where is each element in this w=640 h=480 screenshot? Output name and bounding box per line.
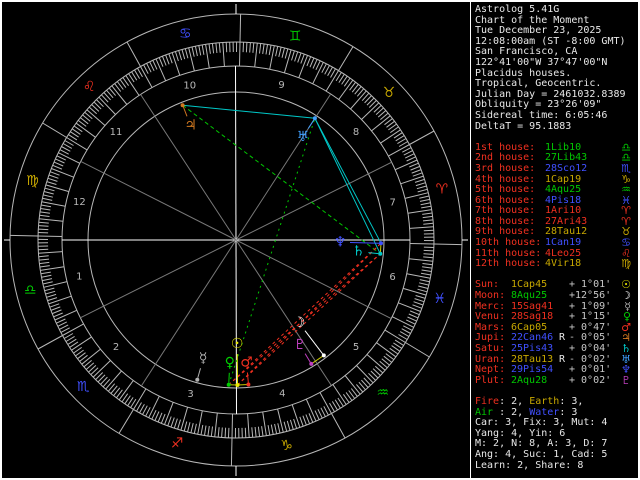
svg-text:♊: ♊ — [289, 28, 302, 44]
house-row: 12th house: 4Vir18 ♍ — [475, 257, 635, 271]
house-cusp-value: 4Vir18 — [545, 258, 582, 270]
info-line: DeltaT = 95.1883 — [475, 120, 635, 133]
svg-text:♋: ♋ — [179, 26, 192, 42]
svg-text:♂: ♂ — [240, 355, 253, 371]
planet-position-value: 25Pis43 — [511, 343, 554, 354]
planet-icon: ♇ — [621, 373, 631, 387]
svg-text:8: 8 — [353, 127, 359, 138]
planet-velocity: + 0°02' — [569, 374, 612, 386]
svg-text:4: 4 — [279, 389, 285, 400]
info-text: 122°41'00"W 37°47'00"N — [475, 56, 608, 68]
info-panel: Astrolog 5.41G Chart of the Moment Tue Dec… — [475, 4, 635, 472]
svg-text:♌: ♌ — [83, 79, 96, 95]
svg-text:5: 5 — [353, 342, 359, 353]
svg-text:3: 3 — [187, 389, 193, 400]
svg-text:6: 6 — [389, 272, 395, 283]
stat-text: Learn: 2, Share: 8 — [475, 459, 584, 471]
stat-line: Learn: 2, Share: 8 — [475, 459, 635, 472]
svg-text:♉: ♉ — [383, 85, 396, 101]
svg-text:♑: ♑ — [280, 438, 293, 454]
svg-text:♏: ♏ — [77, 379, 90, 395]
svg-text:7: 7 — [390, 198, 396, 209]
planet-row: Plut: 2Aqu28 + 0°02' ♇ — [475, 373, 635, 387]
svg-text:9: 9 — [278, 80, 284, 91]
astrolog-window: ♈ ♉ ♊ ♋ ♌ ♍ ♎ ♏ ♐ ♑ ♒ ♓ 1 2 3 4 5 6 7 8 9 10 11 12 ♅ ♃ ☿ ♀ ☉ ♂ ♇ ☽ ♄ ♆ As… — [0, 0, 640, 480]
info-text: Astrolog 5.41G — [475, 4, 560, 15]
house-label: 3rd house: — [475, 162, 536, 174]
svg-text:♅: ♅ — [297, 129, 310, 145]
house-table: 1st house: 1Lib10 ♎ 2nd house: 27Lib43 ♎ 3rd h… — [475, 142, 635, 271]
planet-position-value: 2Aqu28 — [511, 374, 548, 386]
svg-text:♄: ♄ — [352, 244, 365, 260]
svg-text:12: 12 — [73, 197, 86, 208]
chart-wheel: ♈♉♊♋♌♍♎♏♐ ♑♒♓123 456789101112♅♃☿ ♀☉♂♇☽♄♆ — [4, 4, 468, 476]
retrograde-flag: R — [559, 332, 566, 344]
planet-table: Sun: 1Cap45 + 1°01' ☉ Moon: 8Aqu25 +12°56' ☽ Mer… — [475, 280, 635, 386]
stat-text: Earth — [529, 395, 560, 407]
house-row: 3rd house: 28Sco12 ♏ — [475, 162, 635, 175]
svg-text:♍: ♍ — [26, 173, 39, 189]
svg-text:2: 2 — [113, 342, 119, 353]
planet-label: Satu: — [475, 343, 506, 354]
house-cusp-value: 28Sco12 — [545, 162, 588, 174]
svg-text:♐: ♐ — [171, 436, 184, 452]
planet-row: Satu: 25Pis43 + 0°04' ♄ — [475, 343, 635, 355]
svg-text:1: 1 — [76, 272, 82, 283]
house-label: 12th house: — [475, 258, 542, 270]
planet-label: Plut: — [475, 374, 506, 386]
svg-text:♈: ♈ — [436, 181, 449, 197]
stat-line: Fire: 2, Earth: 3, — [475, 395, 635, 408]
planet-velocity: + 0°04' — [569, 343, 612, 354]
svg-text:☽: ☽ — [293, 315, 306, 331]
info-text: Sidereal time: 6:05:46 — [475, 109, 608, 121]
svg-text:♎: ♎ — [24, 283, 37, 299]
info-line: 122°41'00"W 37°47'00"N — [475, 56, 635, 69]
stat-line: Ang: 4, Suc: 1, Cad: 5 — [475, 448, 635, 461]
svg-text:10: 10 — [183, 80, 196, 91]
stat-text: : 2, — [499, 395, 530, 407]
zodiac-sign-icon: ♍ — [621, 257, 631, 271]
svg-text:♆: ♆ — [334, 234, 347, 250]
svg-text:♀: ♀ — [225, 355, 235, 371]
svg-text:11: 11 — [110, 127, 123, 138]
info-header: Astrolog 5.41G Chart of the Moment Tue Dec… — [475, 4, 635, 133]
svg-text:♓: ♓ — [433, 291, 446, 307]
svg-text:☉: ☉ — [231, 336, 244, 352]
stat-text: Ang: 4, Suc: 1, Cad: 5 — [475, 448, 608, 460]
info-line: Astrolog 5.41G — [475, 4, 635, 16]
element-stats: Fire: 2, Earth: 3, Air : 2, Water: 3 Car: … — [475, 395, 635, 472]
svg-text:☿: ☿ — [199, 351, 208, 367]
stat-text: Fire — [475, 395, 500, 407]
info-line: Sidereal time: 6:05:46 — [475, 109, 635, 122]
svg-text:♒: ♒ — [377, 385, 390, 401]
info-text: DeltaT = 95.1883 — [475, 120, 572, 132]
panel-divider — [470, 2, 471, 478]
svg-text:♇: ♇ — [294, 337, 307, 353]
svg-text:♃: ♃ — [184, 118, 197, 134]
stat-text: : 3, — [559, 395, 584, 407]
retrograde-flag: R — [559, 353, 566, 365]
